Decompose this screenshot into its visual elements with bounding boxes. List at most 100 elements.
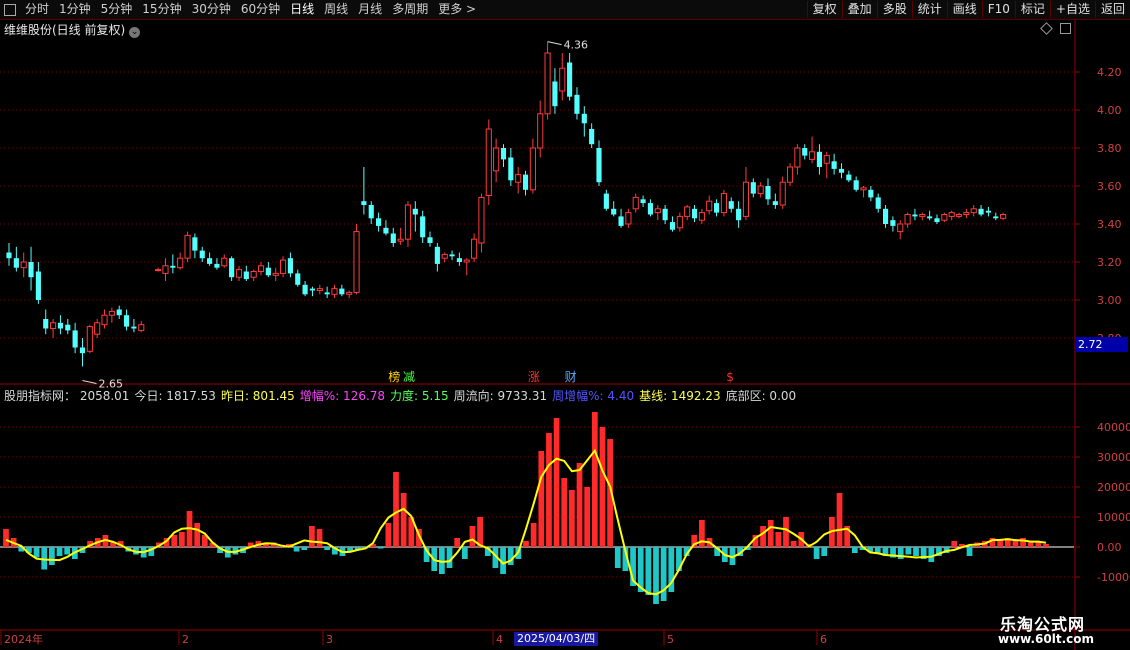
indicator-stat: 今日: 1817.53 [134,389,216,403]
candle-body [72,330,78,348]
indicator-tick-label: -10000 [1097,571,1130,584]
indicator-bar [767,520,774,547]
indicator-bar [660,547,667,601]
indicator-bar [928,547,935,562]
indicator-stat: 昨日: 801.45 [220,389,295,403]
candle-body [57,322,64,329]
candle-body [272,272,279,276]
candle-body [221,257,228,267]
price-tick-label: 3.00 [1097,294,1122,307]
candle-body [927,216,933,219]
indicator-bar [33,547,40,558]
candle-body [441,253,448,259]
indicator-stat: 基线: 1492.23 [639,389,721,403]
candle-body [654,208,661,214]
candle-body [397,238,404,242]
candle-body [65,324,71,331]
candle-body [978,208,984,215]
indicator-bar [301,547,308,550]
candle-body [816,151,823,167]
indicator-bar [49,547,55,565]
time-tick-label: 2 [182,633,189,646]
candle-body [404,204,412,240]
indicator-bar [851,547,858,553]
indicator-bar [41,547,48,570]
candle-body [79,347,86,354]
indicator-bar [194,523,201,547]
candle-body [471,238,478,259]
indicator-bar [653,547,659,604]
candle-body [757,185,764,195]
candle-body [214,263,220,268]
indicator-bar [913,547,919,556]
candle-body [522,174,529,190]
stock-chart[interactable]: 4.204.003.803.603.403.203.002.804.362.65… [0,0,1130,650]
indicator-bar [790,541,797,547]
candle-body [243,271,249,280]
candle-body [368,205,374,219]
candle-body [493,147,500,172]
extreme-label: 4.36 [564,39,589,52]
candle-body [43,319,49,329]
candle-body [383,227,389,234]
candle-body [875,197,881,209]
watermark-url: www.60lt.com [998,632,1095,646]
candle-body [736,208,742,221]
candle-body [963,212,970,216]
event-marker: 财 [565,370,577,384]
candle-body [13,258,19,268]
candle-body [302,284,308,295]
candle-body [713,203,720,213]
event-marker: $ [726,370,734,384]
extreme-pointer [547,41,562,46]
candle-body [934,218,940,223]
indicator-tick-label: 0.00 [1097,541,1122,554]
candle-body [596,148,602,183]
indicator-bar [546,433,552,547]
candle-body [28,262,34,278]
indicator-bar [309,526,315,547]
candle-body [567,62,573,97]
candle-body [728,201,734,209]
indicator-tick-label: 40000 [1097,421,1130,434]
candle-body [199,250,205,259]
candle-body [123,315,130,327]
candle-body [265,267,271,276]
candle-body [162,265,169,274]
indicator-bar [316,529,323,547]
candle-body [6,252,12,259]
candle-body [603,193,609,209]
indicator-bar [569,490,575,547]
indicator-bar [1027,542,1034,547]
time-tick-label: 2024年 [4,632,43,646]
candle-body [559,67,566,92]
indicator-tick-label: 30000 [1097,451,1130,464]
indicator-bar [836,493,843,547]
indicator-bar [813,547,820,559]
candle-body [772,201,778,205]
candle-body [948,212,955,217]
candle-body [35,271,41,300]
time-tick-label: 5 [667,633,674,646]
candle-body [632,196,639,210]
time-tick-label: 4 [496,633,503,646]
candle-body [941,214,948,221]
candle-body [420,216,426,238]
indicator-bar [905,547,912,555]
candle-body [361,201,367,205]
time-tick-label: 3 [326,633,333,646]
candle-body [412,208,418,215]
candle-body [860,187,867,191]
indicator-tick-label: 20000 [1097,481,1130,494]
indicator-bar [614,547,621,568]
candle-body [508,157,514,181]
candle-body [390,233,396,243]
candle-body [882,208,889,224]
indicator-stat: 底部区: 0.00 [725,389,797,403]
candle-body [919,214,926,217]
candle-body [779,181,786,206]
candle-body [750,182,756,194]
candle-body [485,128,492,196]
price-tick-label: 4.20 [1097,66,1122,79]
indicator-stat: 周流向: 9733.31 [453,389,548,403]
